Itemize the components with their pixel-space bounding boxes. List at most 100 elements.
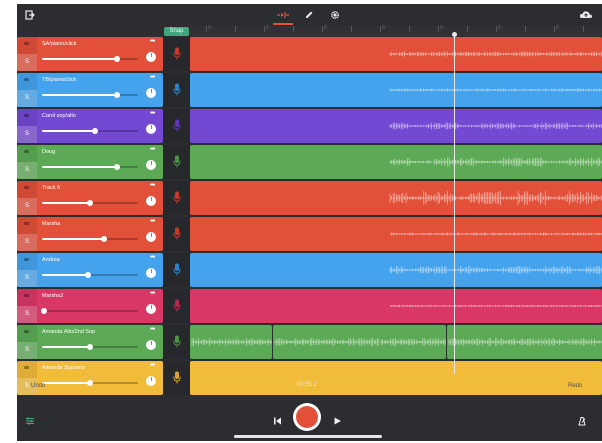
pan-knob[interactable] xyxy=(146,232,156,242)
volume-slider[interactable] xyxy=(42,56,138,62)
metronome-icon[interactable] xyxy=(577,413,587,431)
track-row[interactable]: S Amanda Alto/2nd Sop ••• xyxy=(17,325,602,359)
mixer-icon[interactable] xyxy=(25,413,35,431)
track-lane[interactable] xyxy=(190,109,602,143)
track-lane[interactable] xyxy=(190,145,602,179)
volume-knob[interactable] xyxy=(101,236,108,242)
record-arm-button[interactable] xyxy=(163,73,190,107)
pan-knob[interactable] xyxy=(146,196,156,206)
pencil-icon[interactable] xyxy=(302,8,316,22)
record-arm-button[interactable] xyxy=(163,253,190,287)
pan-knob[interactable] xyxy=(146,268,156,278)
record-arm-button[interactable] xyxy=(163,325,190,359)
track-row[interactable]: S SA/piano/click ••• xyxy=(17,37,602,71)
more-icon[interactable]: ••• xyxy=(150,290,155,297)
solo-button[interactable]: S xyxy=(17,342,37,359)
mute-button[interactable] xyxy=(24,78,29,81)
more-icon[interactable]: ••• xyxy=(150,110,155,117)
more-icon[interactable]: ••• xyxy=(150,182,155,189)
skip-back-icon[interactable] xyxy=(273,413,282,431)
volume-knob[interactable] xyxy=(40,308,47,314)
record-arm-button[interactable] xyxy=(163,361,190,395)
more-icon[interactable]: ••• xyxy=(150,326,155,333)
volume-knob[interactable] xyxy=(91,128,98,134)
pan-knob[interactable] xyxy=(146,304,156,314)
track-row[interactable]: S Track 6 ••• xyxy=(17,181,602,215)
audio-clip[interactable] xyxy=(447,325,602,359)
volume-slider[interactable] xyxy=(42,272,138,278)
volume-slider[interactable] xyxy=(42,344,138,350)
solo-button[interactable]: S xyxy=(17,306,37,323)
volume-slider[interactable] xyxy=(42,236,138,242)
mute-button[interactable] xyxy=(24,42,29,45)
track-lane[interactable] xyxy=(190,253,602,287)
track-name[interactable]: Amanda Soprano xyxy=(42,365,85,371)
audio-clip[interactable] xyxy=(190,37,602,71)
record-button[interactable] xyxy=(293,403,321,431)
track-lane[interactable] xyxy=(190,325,602,359)
more-icon[interactable]: ••• xyxy=(150,362,155,369)
more-icon[interactable]: ••• xyxy=(150,38,155,45)
audio-clip[interactable] xyxy=(190,289,602,323)
playhead[interactable] xyxy=(454,34,455,374)
track-row[interactable]: S Marsha ••• xyxy=(17,217,602,251)
solo-button[interactable]: S xyxy=(17,126,37,143)
track-name[interactable]: TB/piano/click xyxy=(42,77,76,83)
mute-button[interactable] xyxy=(24,330,29,333)
audio-clip[interactable] xyxy=(379,325,446,359)
track-name[interactable]: Andrea xyxy=(42,257,60,263)
play-icon[interactable] xyxy=(333,413,342,431)
record-arm-button[interactable] xyxy=(163,217,190,251)
pan-knob[interactable] xyxy=(146,124,156,134)
solo-button[interactable]: S xyxy=(17,162,37,179)
record-arm-button[interactable] xyxy=(163,181,190,215)
more-icon[interactable]: ••• xyxy=(150,218,155,225)
more-icon[interactable]: ••• xyxy=(150,254,155,261)
audio-clip[interactable] xyxy=(190,145,602,179)
mute-button[interactable] xyxy=(24,150,29,153)
volume-knob[interactable] xyxy=(85,272,92,278)
record-arm-button[interactable] xyxy=(163,145,190,179)
track-lane[interactable] xyxy=(190,37,602,71)
undo-button[interactable]: Undo xyxy=(31,383,45,389)
pan-knob[interactable] xyxy=(146,88,156,98)
volume-knob[interactable] xyxy=(87,380,93,386)
track-row[interactable]: S Amanda Soprano ••• xyxy=(17,361,602,395)
solo-button[interactable]: S xyxy=(17,234,37,251)
pan-knob[interactable] xyxy=(146,340,156,350)
track-row[interactable]: S Andrea ••• xyxy=(17,253,602,287)
record-arm-button[interactable] xyxy=(163,289,190,323)
audio-clip[interactable] xyxy=(273,325,393,359)
volume-slider[interactable] xyxy=(42,92,138,98)
mute-button[interactable] xyxy=(24,186,29,189)
audio-clip[interactable] xyxy=(190,217,602,251)
playhead-handle[interactable] xyxy=(452,32,457,37)
record-arm-button[interactable] xyxy=(163,109,190,143)
volume-slider[interactable] xyxy=(42,200,138,206)
track-row[interactable]: S Carol sop/alto ••• xyxy=(17,109,602,143)
mute-button[interactable] xyxy=(24,222,29,225)
solo-button[interactable]: S xyxy=(17,90,37,107)
redo-button[interactable]: Redo xyxy=(568,383,582,389)
track-row[interactable]: S Marsha2 ••• xyxy=(17,289,602,323)
volume-slider[interactable] xyxy=(42,164,138,170)
track-lane[interactable] xyxy=(190,361,602,395)
audio-clip[interactable] xyxy=(190,325,272,359)
solo-button[interactable]: S xyxy=(17,54,37,71)
snap-button[interactable]: Snap xyxy=(164,27,189,36)
pan-knob[interactable] xyxy=(146,376,156,386)
track-name[interactable]: Marsha xyxy=(42,221,60,227)
mute-button[interactable] xyxy=(24,366,29,369)
track-name[interactable]: Marsha2 xyxy=(42,293,63,299)
audio-clip[interactable] xyxy=(190,181,602,215)
mute-button[interactable] xyxy=(24,294,29,297)
export-icon[interactable] xyxy=(23,8,37,22)
volume-knob[interactable] xyxy=(87,344,93,350)
volume-slider[interactable] xyxy=(42,380,138,386)
track-name[interactable]: Doug xyxy=(42,149,55,155)
volume-slider[interactable] xyxy=(40,308,138,314)
cloud-upload-icon[interactable] xyxy=(578,8,594,22)
record-arm-button[interactable] xyxy=(163,37,190,71)
volume-knob[interactable] xyxy=(87,200,93,206)
more-icon[interactable]: ••• xyxy=(150,146,155,153)
